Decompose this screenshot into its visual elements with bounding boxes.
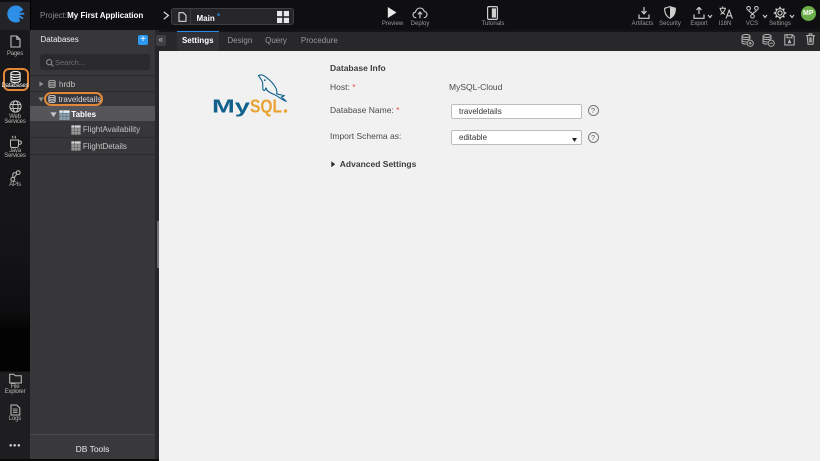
svg-text:SQL: SQL xyxy=(250,96,282,117)
svg-text:My: My xyxy=(212,96,251,117)
